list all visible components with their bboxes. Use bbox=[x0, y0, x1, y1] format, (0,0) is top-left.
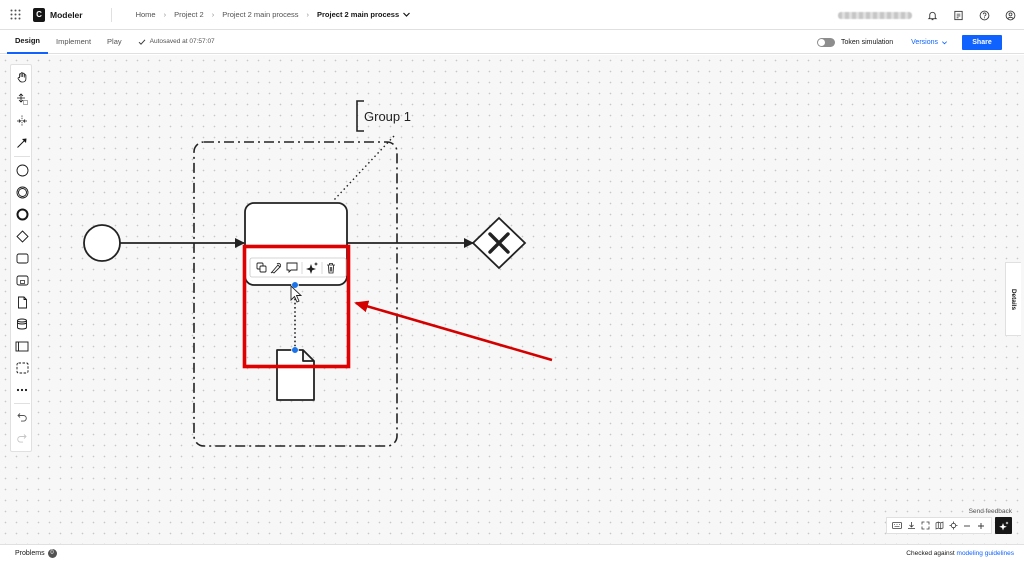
app-root: C Modeler Home › Project 2 › Project 2 m… bbox=[0, 0, 1024, 561]
sparkle-icon bbox=[998, 521, 1008, 530]
bpmn-diagram: Group 1 bbox=[83, 100, 553, 447]
send-feedback-link[interactable]: Send feedback bbox=[969, 508, 1012, 515]
ai-assistant-button[interactable] bbox=[995, 517, 1012, 534]
zoom-in-icon[interactable] bbox=[974, 518, 988, 533]
fullscreen-icon[interactable] bbox=[918, 518, 932, 533]
keyboard-icon[interactable] bbox=[890, 518, 904, 533]
problems-count-badge: 0 bbox=[47, 548, 57, 558]
download-icon[interactable] bbox=[904, 518, 918, 533]
problems-panel-toggle[interactable]: Problems 0 bbox=[15, 548, 57, 558]
minimap-icon[interactable] bbox=[932, 518, 946, 533]
guidelines-prefix: Checked against bbox=[906, 549, 957, 557]
status-footer: Problems 0 Checked against modeling guid… bbox=[0, 544, 1024, 561]
guidelines-status: Checked against modeling guidelines bbox=[906, 550, 1014, 557]
canvas-controls bbox=[886, 517, 1012, 534]
problems-label: Problems bbox=[15, 549, 45, 557]
zoom-out-icon[interactable] bbox=[960, 518, 974, 533]
details-panel-toggle[interactable]: Details bbox=[1005, 262, 1021, 336]
reset-view-icon[interactable] bbox=[946, 518, 960, 533]
group-label-association bbox=[333, 135, 395, 201]
canvas-controls-group bbox=[886, 517, 992, 534]
group-label[interactable]: Group 1 bbox=[364, 109, 411, 124]
data-object[interactable] bbox=[276, 349, 315, 401]
connection-handle-bottom[interactable] bbox=[291, 346, 299, 354]
start-event[interactable] bbox=[83, 224, 121, 262]
details-label: Details bbox=[1010, 288, 1018, 310]
group-label-bracket bbox=[356, 100, 364, 132]
modeling-guidelines-link[interactable]: modeling guidelines bbox=[957, 550, 1014, 557]
annotation-arrow bbox=[354, 300, 553, 362]
